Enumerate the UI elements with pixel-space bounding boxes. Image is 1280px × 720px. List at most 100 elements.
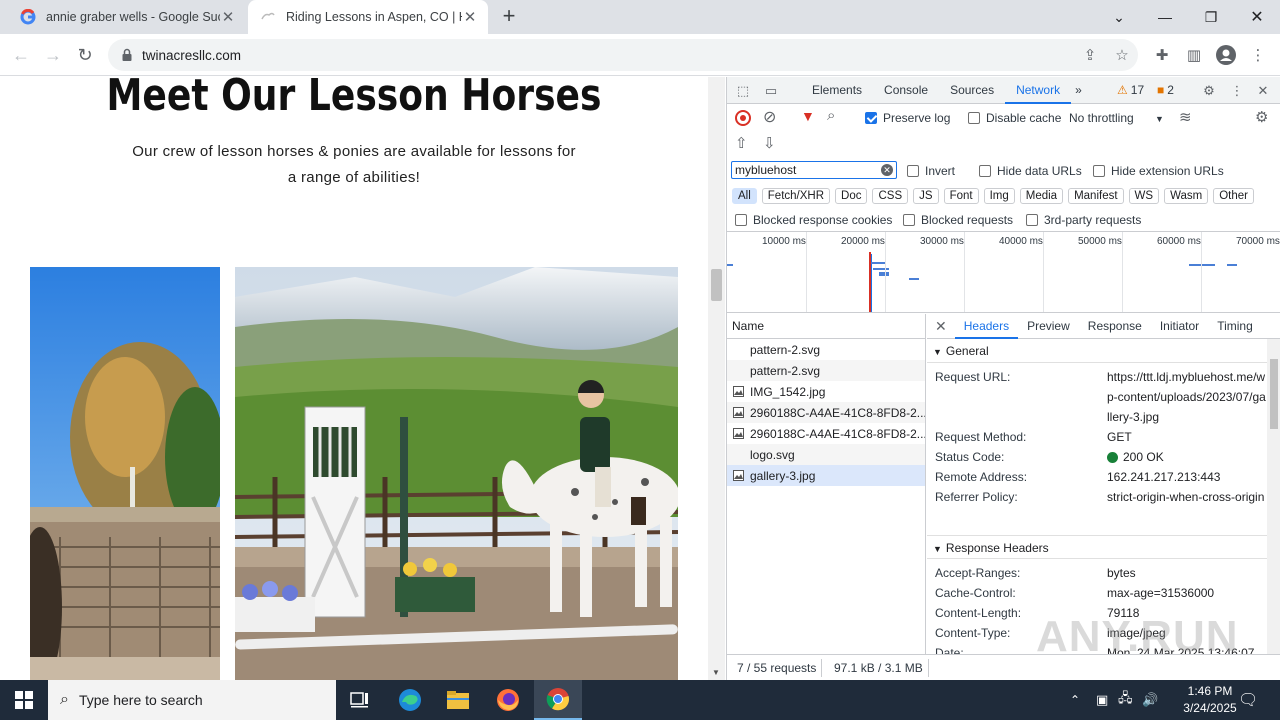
type-filter-css[interactable]: CSS (872, 188, 909, 204)
close-tab-icon[interactable]: ✕ (462, 8, 478, 26)
close-detail-icon[interactable]: ✕ (927, 318, 955, 335)
blocked-requests-checkbox[interactable]: Blocked requests (903, 213, 1013, 227)
type-filter-all[interactable]: All (732, 188, 757, 204)
search-icon[interactable]: ⌕ (827, 107, 835, 124)
side-panel-icon[interactable]: ▥ (1182, 43, 1206, 67)
warnings-badge[interactable]: ⚠ 17 (1117, 83, 1144, 97)
reload-button[interactable]: ↻ (72, 42, 98, 68)
page-scrollbar-thumb[interactable] (711, 269, 722, 301)
show-hidden-icons[interactable]: ⌃ (1070, 680, 1080, 720)
type-filter-img[interactable]: Img (983, 188, 1015, 204)
tab-response[interactable]: Response (1079, 314, 1151, 339)
minimize-button[interactable]: — (1142, 0, 1188, 34)
tab-console[interactable]: Console (873, 77, 939, 104)
type-filter-media[interactable]: Media (1019, 188, 1064, 204)
preserve-log-checkbox[interactable]: Preserve log (865, 111, 950, 125)
devtools-menu-icon[interactable]: ⋮ (1227, 81, 1247, 101)
task-view-icon[interactable] (336, 680, 384, 720)
tab-initiator[interactable]: Initiator (1151, 314, 1208, 339)
general-section-header[interactable]: ▼ General (927, 339, 1280, 363)
blocked-requests-check[interactable] (903, 214, 915, 226)
menu-kebab-icon[interactable]: ⋮ (1246, 43, 1270, 67)
restore-button[interactable]: ❐ (1188, 0, 1234, 34)
network-settings-icon[interactable]: ⚙ (1255, 108, 1268, 126)
request-row[interactable]: 2960188C-A4AE-41C8-8FD8-2... (727, 423, 925, 444)
request-row[interactable]: gallery-3.jpg (727, 465, 925, 486)
page-scrollbar[interactable]: ▼ (708, 77, 725, 680)
start-button[interactable] (0, 680, 48, 720)
tab-elements[interactable]: Elements (801, 77, 873, 104)
record-icon[interactable] (735, 110, 751, 126)
tab-search-icon[interactable]: ⌄ (1096, 0, 1142, 34)
taskbar-search-box[interactable]: ⌕ Type here to search (48, 680, 336, 720)
import-har-icon[interactable]: ⇧ (735, 134, 748, 152)
file-explorer-icon[interactable] (434, 680, 482, 720)
blocked-cookies-check[interactable] (735, 214, 747, 226)
settings-gear-icon[interactable]: ⚙ (1199, 81, 1219, 101)
throttling-select[interactable]: No throttling ▼ (1069, 111, 1164, 125)
type-filter-other[interactable]: Other (1213, 188, 1254, 204)
third-party-checkbox[interactable]: 3rd-party requests (1026, 213, 1141, 227)
hide-extension-urls-checkbox[interactable]: Hide extension URLs (1093, 164, 1224, 178)
volume-icon[interactable]: 🔊 (1142, 680, 1158, 720)
type-filter-doc[interactable]: Doc (835, 188, 868, 204)
close-tab-icon[interactable]: ✕ (220, 8, 236, 26)
new-tab-button[interactable]: + (498, 5, 520, 28)
network-conditions-icon[interactable]: ≋ (1179, 108, 1192, 126)
type-filter-manifest[interactable]: Manifest (1068, 188, 1124, 204)
invert-check[interactable] (907, 165, 919, 177)
response-headers-section-header[interactable]: ▼ Response Headers (927, 535, 1280, 559)
address-bar[interactable]: twinacresllc.com (108, 39, 1138, 71)
share-icon[interactable]: ⇪ (1078, 43, 1102, 67)
tab-headers[interactable]: Headers (954, 314, 1019, 339)
firefox-icon[interactable] (484, 680, 532, 720)
browser-tab-google[interactable]: annie graber wells - Google Such ✕ (8, 0, 246, 34)
network-icon[interactable]: 🖧 (1118, 680, 1133, 720)
hide-data-urls-checkbox[interactable]: Hide data URLs (979, 164, 1082, 178)
filter-icon[interactable]: ▼ (801, 108, 815, 124)
hide-extension-urls-check[interactable] (1093, 165, 1105, 177)
close-devtools-icon[interactable]: ✕ (1253, 81, 1273, 101)
invert-checkbox[interactable]: Invert (907, 164, 955, 178)
extensions-icon[interactable]: ✚ (1150, 43, 1174, 67)
chrome-icon[interactable] (534, 680, 582, 720)
edge-icon[interactable] (386, 680, 434, 720)
type-filter-fetch-xhr[interactable]: Fetch/XHR (761, 188, 831, 204)
forward-button[interactable]: → (40, 42, 66, 68)
request-row[interactable]: pattern-2.svg (727, 360, 925, 381)
request-row[interactable]: 2960188C-A4AE-41C8-8FD8-2... (727, 402, 925, 423)
type-filter-ws[interactable]: WS (1128, 188, 1160, 204)
type-filter-js[interactable]: JS (913, 188, 939, 204)
disable-cache-check[interactable] (968, 112, 980, 124)
request-row[interactable]: IMG_1542.jpg (727, 381, 925, 402)
tab-preview[interactable]: Preview (1018, 314, 1079, 339)
hide-data-urls-check[interactable] (979, 165, 991, 177)
detail-scrollbar[interactable] (1267, 339, 1280, 654)
clear-icon[interactable]: ⊘ (763, 107, 776, 127)
errors-badge[interactable]: ■ 2 (1157, 83, 1174, 97)
profile-avatar-icon[interactable] (1214, 43, 1238, 67)
preserve-log-check[interactable] (865, 112, 877, 124)
type-filter-font[interactable]: Font (943, 188, 979, 204)
type-filter-wasm[interactable]: Wasm (1164, 188, 1209, 204)
tab-network[interactable]: Network (1005, 77, 1072, 104)
browser-tab-riding-lessons[interactable]: Riding Lessons in Aspen, CO | H ✕ (248, 0, 488, 34)
close-window-button[interactable]: ✕ (1234, 0, 1280, 34)
tab-timing[interactable]: Timing (1208, 314, 1262, 339)
third-party-check[interactable] (1026, 214, 1038, 226)
network-overview-timeline[interactable]: 10000 ms 20000 ms 30000 ms 40000 ms 50000 ms… (727, 231, 1280, 313)
bookmark-star-icon[interactable]: ☆ (1110, 43, 1134, 67)
scroll-down-arrow-icon[interactable]: ▼ (712, 668, 720, 677)
request-row[interactable]: pattern-2.svg (727, 339, 925, 360)
blocked-cookies-checkbox[interactable]: Blocked response cookies (735, 213, 892, 227)
tab-sources[interactable]: Sources (939, 77, 1005, 104)
back-button[interactable]: ← (8, 42, 34, 68)
inspect-element-icon[interactable]: ⬚ (733, 81, 753, 101)
tray-device-icon[interactable]: ▣ (1096, 680, 1108, 720)
disable-cache-checkbox[interactable]: Disable cache (968, 111, 1061, 125)
detail-scrollbar-thumb[interactable] (1270, 359, 1278, 429)
request-row[interactable]: logo.svg (727, 444, 925, 465)
more-tabs-button[interactable]: » (1071, 77, 1086, 104)
notifications-icon[interactable]: 🗨 (1238, 680, 1258, 720)
export-har-icon[interactable]: ⇩ (763, 134, 776, 152)
